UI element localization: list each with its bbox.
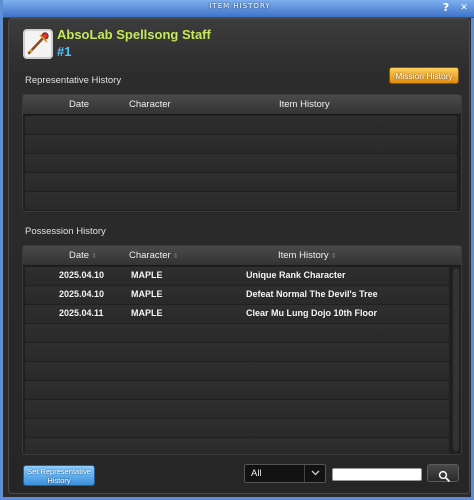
column-item-history-label: Item History (278, 250, 329, 261)
table-row (25, 400, 449, 418)
table-row (25, 324, 449, 342)
column-date[interactable]: Date ⬍ (69, 250, 97, 261)
row-history: Defeat Normal The Devil's Tree (246, 289, 378, 299)
table-row (25, 154, 457, 172)
column-character[interactable]: Character (129, 99, 171, 110)
item-name: AbsoLab Spellsong Staff (57, 27, 211, 42)
table-row (25, 192, 457, 210)
representative-history-label: Representative History (25, 75, 122, 86)
row-date: 2025.04.11 (59, 308, 104, 318)
search-button[interactable] (427, 464, 459, 482)
filter-select[interactable]: All (244, 464, 326, 483)
sort-icon: ⬍ (91, 253, 97, 260)
table-row (25, 116, 457, 134)
scrollbar[interactable] (453, 268, 459, 451)
column-date-label: Date (69, 250, 90, 261)
sort-icon: ⬍ (172, 253, 179, 260)
table-row (25, 362, 449, 380)
item-history-panel: AbsoLab Spellsong Staff #1 Representativ… (8, 18, 470, 494)
mission-history-button[interactable]: Mission History (389, 67, 459, 84)
table-row (25, 381, 449, 399)
table-row (25, 343, 449, 361)
sort-icon: ⬍ (330, 253, 337, 260)
filter-select-value: All (251, 468, 262, 479)
possession-history-table: Date ⬍ Character ⬍ Item History ⬍ 2025.04.1… (22, 245, 462, 455)
column-character-label: Character (129, 250, 171, 261)
table-row (25, 419, 449, 437)
close-button[interactable]: ✕ (457, 1, 471, 15)
item-number: #1 (57, 44, 72, 59)
search-icon (438, 467, 450, 486)
chevron-down-icon (304, 465, 325, 482)
row-history: Clear Mu Lung Dojo 10th Floor (246, 308, 377, 318)
table-row (25, 135, 457, 153)
row-history: Unique Rank Character (246, 270, 346, 280)
title-bar[interactable]: ITEM HISTORY ? ✕ (3, 0, 474, 18)
representative-history-table: Date Character Item History (22, 94, 462, 212)
window-title: ITEM HISTORY (209, 2, 271, 10)
table-row (25, 438, 449, 454)
representative-rows (23, 115, 459, 211)
table-row[interactable]: 2025.04.10 MAPLE Defeat Normal The Devil… (25, 286, 449, 304)
row-date: 2025.04.10 (59, 289, 105, 299)
possession-history-label: Possession History (25, 226, 106, 237)
scrollbar-thumb[interactable] (453, 268, 459, 451)
staff-icon (23, 29, 53, 59)
row-character: MAPLE (131, 289, 163, 299)
table-row (25, 173, 457, 191)
column-item-history[interactable]: Item History ⬍ (278, 250, 337, 261)
column-character[interactable]: Character ⬍ (129, 250, 179, 261)
set-representative-history-button[interactable]: Set Representative History (23, 465, 95, 486)
search-input[interactable] (332, 468, 422, 481)
row-character: MAPLE (131, 270, 163, 280)
row-character: MAPLE (131, 308, 163, 318)
table-header: Date ⬍ Character ⬍ Item History ⬍ (23, 246, 461, 266)
column-item-history[interactable]: Item History (279, 99, 330, 110)
possession-rows: 2025.04.10 MAPLE Unique Rank Character 2… (23, 266, 451, 454)
column-date[interactable]: Date (69, 99, 89, 110)
row-date: 2025.04.10 (59, 270, 105, 280)
table-header: Date Character Item History (23, 95, 461, 115)
table-row[interactable]: 2025.04.11 MAPLE Clear Mu Lung Dojo 10th… (25, 305, 449, 323)
help-button[interactable]: ? (439, 1, 453, 15)
table-row[interactable]: 2025.04.10 MAPLE Unique Rank Character (25, 267, 449, 285)
window-frame: ITEM HISTORY ? ✕ AbsoLab Spellsong Staff… (0, 0, 474, 500)
